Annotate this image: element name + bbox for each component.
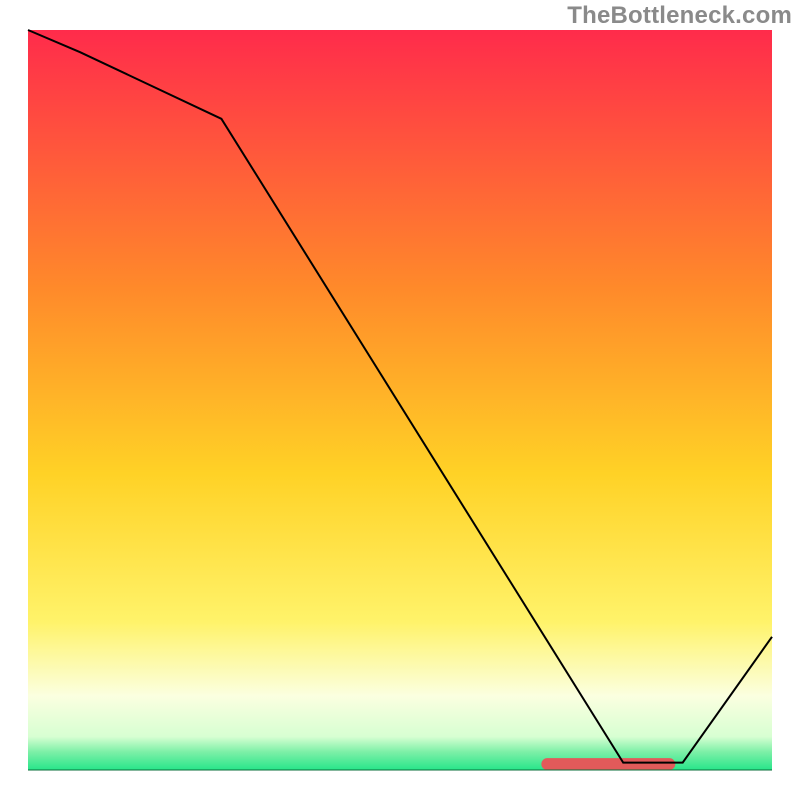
chart-container: TheBottleneck.com — [0, 0, 800, 800]
optimal-range-marker — [541, 758, 675, 770]
bottleneck-chart — [0, 0, 800, 800]
watermark-label: TheBottleneck.com — [567, 2, 792, 30]
plot-background — [28, 30, 772, 770]
